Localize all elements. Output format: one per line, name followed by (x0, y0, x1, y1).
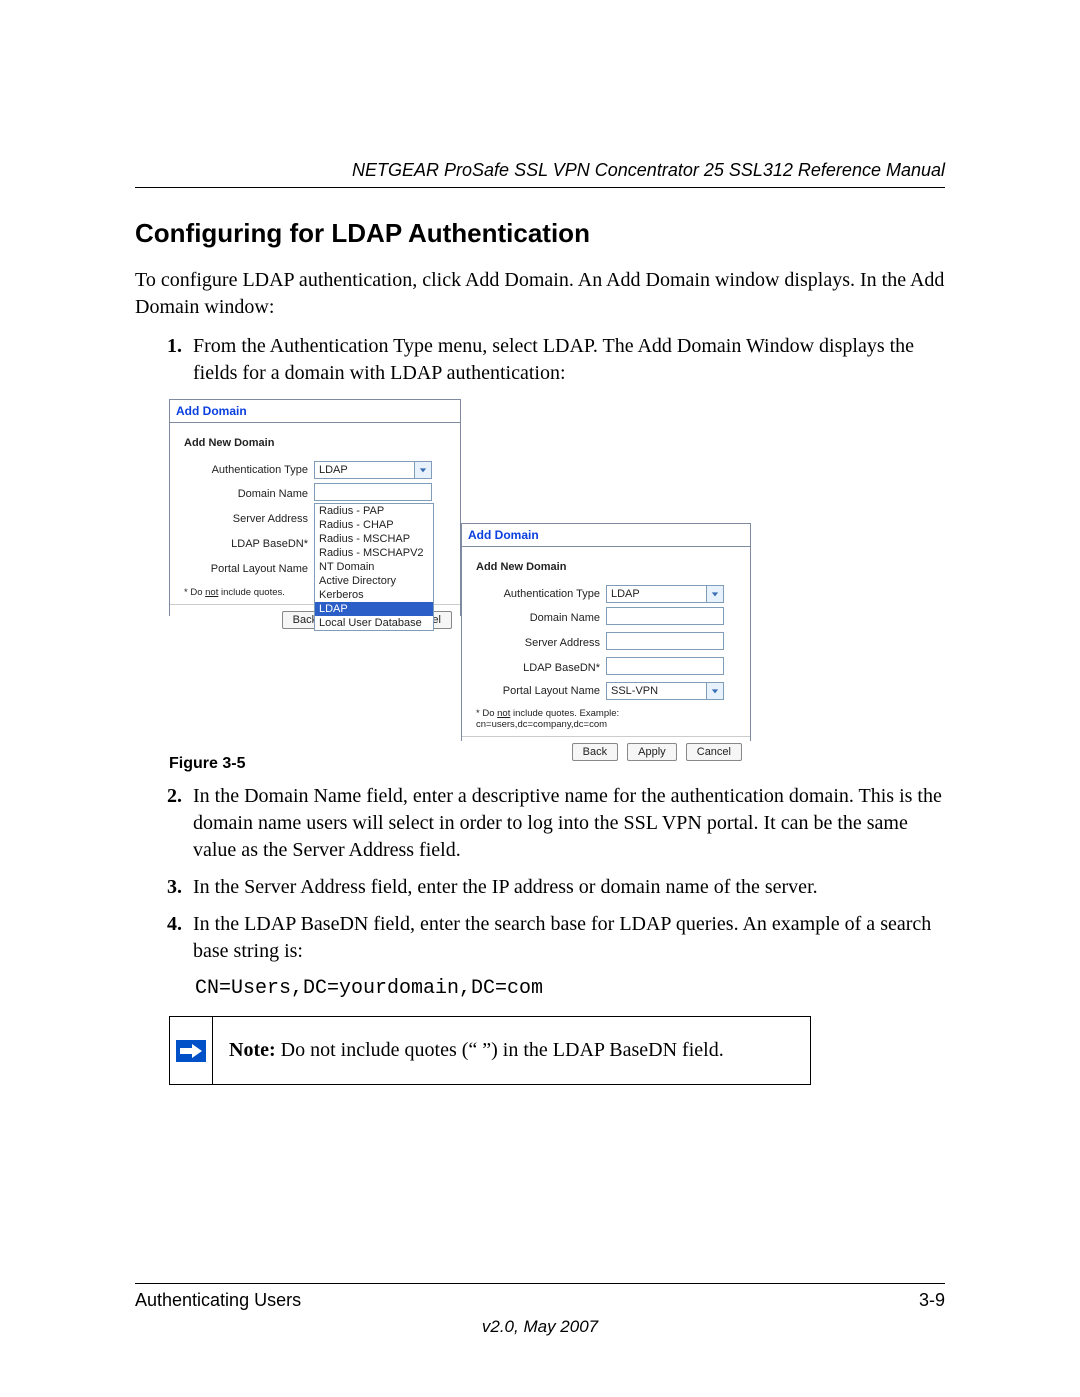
domain-name-input[interactable] (606, 607, 724, 625)
label-server-addr: Server Address (178, 513, 314, 525)
footer-right: 3-9 (919, 1290, 945, 1311)
section-title: Configuring for LDAP Authentication (135, 218, 945, 249)
domain-name-input[interactable] (314, 483, 432, 501)
option-ldap[interactable]: LDAP (315, 602, 433, 616)
dialog-title: Add Domain (170, 400, 460, 423)
portal-layout-value: SSL-VPN (611, 685, 658, 697)
label-server-addr: Server Address (470, 637, 606, 649)
option-nt-domain[interactable]: NT Domain (315, 560, 433, 574)
steps-list-cont: In the Domain Name field, enter a descri… (135, 783, 945, 965)
label-portal: Portal Layout Name (178, 563, 314, 575)
cancel-button[interactable]: Cancel (686, 743, 742, 761)
footer-center: v2.0, May 2007 (135, 1317, 945, 1337)
option-radius-mschapv2[interactable]: Radius - MSCHAPV2 (315, 546, 433, 560)
note-text: Note: Do not include quotes (“ ”) in the… (213, 1017, 810, 1084)
dialog-title: Add Domain (462, 524, 750, 547)
dialog-body: Authentication Type LDAP Domain Name Ser… (170, 457, 460, 604)
step-3: In the Server Address field, enter the I… (187, 874, 945, 901)
quote-note-prefix: * Do (476, 708, 497, 719)
server-address-input[interactable] (606, 632, 724, 650)
option-local-user-db[interactable]: Local User Database (315, 616, 433, 630)
footer-rule (135, 1283, 945, 1284)
footer-left: Authenticating Users (135, 1290, 301, 1311)
auth-type-dropdown[interactable]: Radius - PAP Radius - CHAP Radius - MSCH… (314, 503, 434, 631)
auth-type-value: LDAP (319, 464, 348, 476)
option-radius-chap[interactable]: Radius - CHAP (315, 518, 433, 532)
intro-paragraph: To configure LDAP authentication, click … (135, 267, 945, 321)
steps-list: From the Authentication Type menu, selec… (135, 333, 945, 387)
code-example: CN=Users,DC=yourdomain,DC=com (195, 977, 945, 1000)
dialog-subtitle: Add New Domain (170, 423, 460, 457)
label-portal: Portal Layout Name (470, 685, 606, 697)
note-box: Note: Do not include quotes (“ ”) in the… (169, 1016, 811, 1085)
option-radius-mschap[interactable]: Radius - MSCHAP (315, 532, 433, 546)
label-ldap-basedn: LDAP BaseDN* (178, 538, 314, 550)
quote-note-ul: not (497, 708, 510, 719)
note-body: Do not include quotes (“ ”) in the LDAP … (276, 1039, 724, 1061)
option-kerberos[interactable]: Kerberos (315, 588, 433, 602)
label-auth-type: Authentication Type (470, 588, 606, 600)
portal-layout-select[interactable]: SSL-VPN (606, 682, 724, 700)
label-domain-name: Domain Name (470, 612, 606, 624)
step-1: From the Authentication Type menu, selec… (187, 333, 945, 387)
running-header: NETGEAR ProSafe SSL VPN Concentrator 25 … (135, 160, 945, 181)
quote-note-prefix: * Do (184, 587, 205, 598)
auth-type-value: LDAP (611, 588, 640, 600)
ldap-basedn-input[interactable] (606, 657, 724, 675)
back-button[interactable]: Back (572, 743, 618, 761)
option-active-directory[interactable]: Active Directory (315, 574, 433, 588)
dialog-body: Authentication Type LDAP Domain Name Ser… (462, 581, 750, 736)
add-domain-dialog-a: Add Domain Add New Domain Authentication… (169, 399, 461, 616)
header-rule (135, 187, 945, 188)
quote-note: * Do not include quotes. Example: cn=use… (470, 704, 742, 732)
chevron-down-icon (706, 683, 723, 699)
figure-3-5: Add Domain Add New Domain Authentication… (169, 399, 945, 749)
step-2: In the Domain Name field, enter a descri… (187, 783, 945, 864)
option-radius-pap[interactable]: Radius - PAP (315, 504, 433, 518)
label-domain-name: Domain Name (178, 488, 314, 500)
page-footer: Authenticating Users 3-9 v2.0, May 2007 (135, 1265, 945, 1337)
button-bar: Back Apply Cancel (462, 736, 750, 767)
auth-type-select[interactable]: LDAP (606, 585, 724, 603)
quote-note-suffix: include quotes. (218, 587, 285, 598)
quote-note-ul: not (205, 587, 218, 598)
dialog-subtitle: Add New Domain (462, 547, 750, 581)
chevron-down-icon (706, 586, 723, 602)
step-4: In the LDAP BaseDN field, enter the sear… (187, 911, 945, 965)
document-page: NETGEAR ProSafe SSL VPN Concentrator 25 … (0, 0, 1080, 1397)
label-auth-type: Authentication Type (178, 464, 314, 476)
auth-type-select[interactable]: LDAP (314, 461, 432, 479)
arrow-right-icon (176, 1040, 206, 1062)
add-domain-dialog-b: Add Domain Add New Domain Authentication… (461, 523, 751, 741)
label-ldap-basedn: LDAP BaseDN* (470, 662, 606, 674)
apply-button[interactable]: Apply (627, 743, 677, 761)
chevron-down-icon (414, 462, 431, 478)
note-bold: Note: (229, 1039, 276, 1061)
note-icon-cell (170, 1017, 213, 1084)
